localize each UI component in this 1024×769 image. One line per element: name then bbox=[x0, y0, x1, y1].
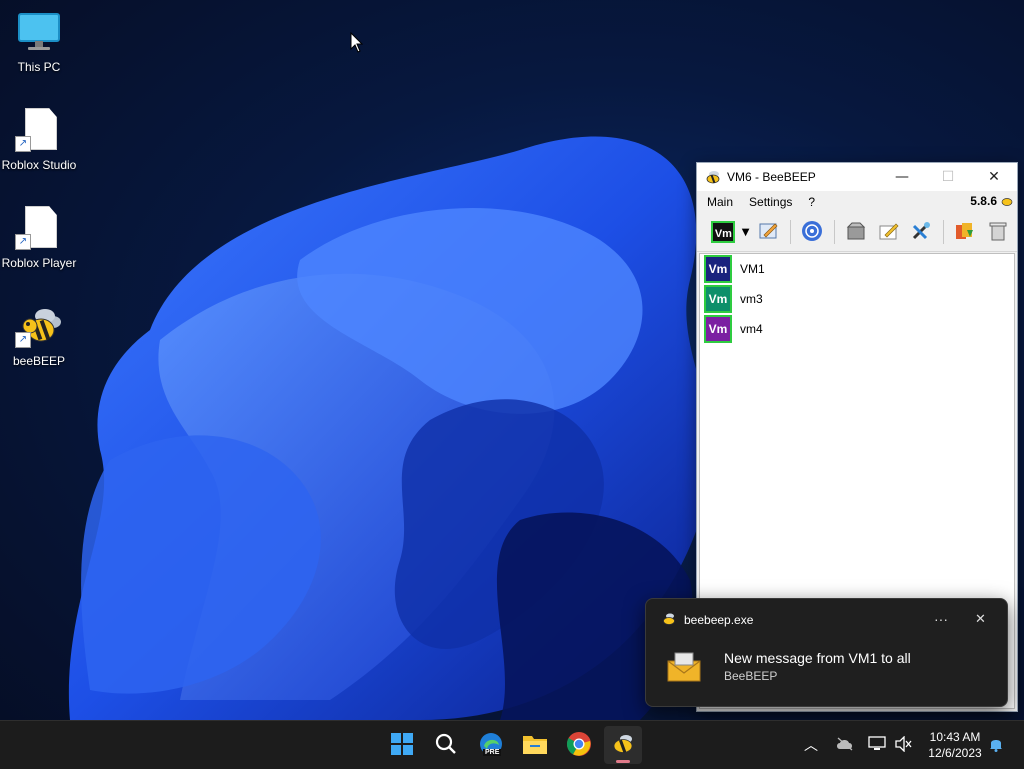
desktop-icon-label: beeBEEP bbox=[12, 354, 66, 368]
window-titlebar[interactable]: VM6 - BeeBEEP — ☐ ✕ bbox=[697, 163, 1017, 191]
shortcut-arrow-icon: ↗ bbox=[15, 136, 31, 152]
user-avatar: Vm bbox=[704, 285, 732, 313]
menubar: Main Settings ? 5.8.6 bbox=[697, 191, 1017, 213]
clock-time: 10:43 AM bbox=[929, 730, 981, 744]
user-list-item[interactable]: Vm vm4 bbox=[700, 314, 1014, 344]
write-message-button[interactable] bbox=[875, 218, 902, 246]
desktop-icon-beebeep[interactable]: ↗ beeBEEP bbox=[1, 302, 77, 368]
file-sharing-icon bbox=[954, 220, 976, 245]
edit-profile-button[interactable] bbox=[755, 218, 782, 246]
status-button[interactable]: Vm bbox=[711, 218, 736, 246]
taskbar-file-explorer[interactable] bbox=[516, 726, 554, 764]
user-name: vm3 bbox=[740, 292, 763, 306]
network-icon bbox=[868, 735, 886, 755]
bee-icon: ↗ bbox=[15, 302, 63, 350]
search-button[interactable] bbox=[427, 726, 465, 764]
taskbar-chrome[interactable] bbox=[560, 726, 598, 764]
notification-message: New message from VM1 to all bbox=[724, 650, 911, 666]
notification-app-name: beebeep.exe bbox=[684, 613, 754, 627]
document-shortcut-icon: ↗ bbox=[15, 106, 63, 154]
file-explorer-icon bbox=[522, 732, 548, 759]
edit-profile-icon bbox=[758, 220, 780, 245]
user-list-item[interactable]: Vm VM1 bbox=[700, 254, 1014, 284]
notification-close-button[interactable]: ✕ bbox=[975, 611, 986, 627]
tray-volume[interactable] bbox=[894, 721, 912, 769]
desktop-icon-roblox-player[interactable]: ↗ Roblox Player bbox=[1, 204, 77, 270]
status-badge: Vm bbox=[711, 221, 736, 243]
clear-button[interactable] bbox=[984, 218, 1011, 246]
menu-help[interactable]: ? bbox=[798, 195, 821, 209]
version-label: 5.8.6 bbox=[970, 194, 997, 208]
app-bee-icon bbox=[705, 169, 721, 188]
user-list-item[interactable]: Vm vm3 bbox=[700, 284, 1014, 314]
document-shortcut-icon: ↗ bbox=[15, 204, 63, 252]
taskbar-beebeep[interactable] bbox=[604, 726, 642, 764]
pencil-icon bbox=[878, 220, 900, 245]
user-avatar: Vm bbox=[704, 255, 732, 283]
edge-preview-icon: PRE bbox=[478, 732, 504, 758]
notification-toast[interactable]: beebeep.exe ··· ✕ New message from VM1 t… bbox=[645, 598, 1008, 707]
desktop-icon-label: Roblox Player bbox=[1, 256, 77, 270]
maximize-button[interactable]: ☐ bbox=[925, 163, 971, 191]
mouse-cursor-icon bbox=[350, 32, 364, 53]
toolbar-separator bbox=[833, 220, 835, 244]
search-icon bbox=[434, 732, 458, 759]
app-bee-icon bbox=[662, 612, 676, 629]
menu-main[interactable]: Main bbox=[697, 195, 739, 209]
status-dropdown-icon[interactable]: ▼ bbox=[742, 227, 750, 238]
desktop-icon-label: This PC bbox=[17, 60, 61, 74]
tray-onedrive[interactable] bbox=[836, 721, 854, 769]
bell-icon bbox=[988, 736, 1004, 755]
windows-start-icon bbox=[390, 732, 414, 759]
tools-icon bbox=[910, 220, 932, 245]
tray-network[interactable] bbox=[868, 721, 886, 769]
toolbar-separator bbox=[790, 220, 792, 244]
version-bee-icon bbox=[1001, 195, 1013, 210]
close-button[interactable]: ✕ bbox=[971, 163, 1017, 191]
taskbar-clock[interactable]: 10:43 AM 12/6/2023 bbox=[920, 729, 990, 761]
settings-tools-button[interactable] bbox=[908, 218, 935, 246]
mail-envelope-icon bbox=[666, 649, 702, 688]
network-broadcast-icon bbox=[801, 220, 823, 245]
clock-date: 12/6/2023 bbox=[928, 746, 982, 760]
user-avatar: Vm bbox=[704, 315, 732, 343]
toolbar-separator bbox=[942, 220, 944, 244]
beebeep-icon bbox=[610, 731, 636, 760]
user-name: vm4 bbox=[740, 322, 763, 336]
notification-center-button[interactable] bbox=[988, 721, 1004, 769]
shortcut-arrow-icon: ↗ bbox=[15, 332, 31, 348]
volume-muted-icon bbox=[894, 734, 912, 755]
window-title: VM6 - BeeBEEP bbox=[727, 170, 816, 184]
trash-icon bbox=[987, 220, 1009, 245]
user-name: VM1 bbox=[740, 262, 765, 276]
save-box-icon bbox=[845, 220, 867, 245]
notification-source: BeeBEEP bbox=[724, 669, 778, 683]
menu-settings[interactable]: Settings bbox=[739, 195, 798, 209]
tray-overflow-button[interactable]: ︿ bbox=[804, 721, 818, 769]
network-button[interactable] bbox=[799, 218, 826, 246]
minimize-button[interactable]: — bbox=[879, 163, 925, 191]
desktop-icon-this-pc[interactable]: This PC bbox=[1, 8, 77, 74]
file-sharing-button[interactable] bbox=[952, 218, 979, 246]
edge-pre-badge: PRE bbox=[483, 749, 502, 756]
taskbar: PRE ︿ 10:43 AM 12/6/2023 bbox=[0, 720, 1024, 769]
desktop-icon-label: Roblox Studio bbox=[1, 158, 77, 172]
toolbar: Vm ▼ bbox=[697, 213, 1017, 252]
start-button[interactable] bbox=[383, 726, 421, 764]
desktop-icon-roblox-studio[interactable]: ↗ Roblox Studio bbox=[1, 106, 77, 172]
shortcut-arrow-icon: ↗ bbox=[15, 234, 31, 250]
chevron-up-icon: ︿ bbox=[804, 737, 818, 753]
monitor-icon bbox=[15, 8, 63, 56]
active-app-indicator bbox=[616, 760, 630, 763]
save-chat-button[interactable] bbox=[843, 218, 870, 246]
cloud-offline-icon bbox=[836, 737, 854, 754]
notification-more-button[interactable]: ··· bbox=[934, 611, 948, 627]
taskbar-edge-preview[interactable]: PRE bbox=[472, 726, 510, 764]
chrome-icon bbox=[566, 731, 592, 760]
